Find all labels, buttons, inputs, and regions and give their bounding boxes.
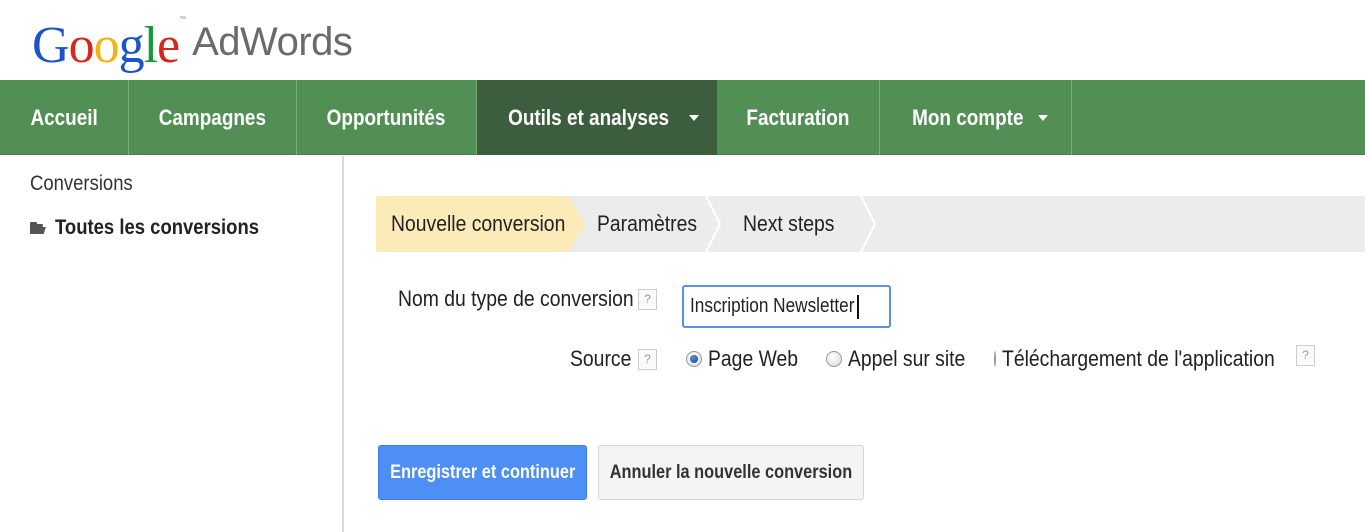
folder-icon	[30, 222, 46, 234]
nav-item-mon-compte[interactable]: Mon compte	[880, 80, 1072, 155]
sidebar-title: Conversions	[30, 172, 133, 195]
source-option-appel-sur-site[interactable]: Appel sur site	[826, 346, 994, 372]
cancel-new-conversion-button[interactable]: Annuler la nouvelle conversion	[598, 445, 864, 500]
nav-item-campagnes[interactable]: Campagnes	[129, 80, 297, 155]
source-option-telechargement-application[interactable]: Téléchargement de l'application	[994, 346, 1296, 372]
step-separator-icon	[704, 196, 724, 252]
nav-item-accueil[interactable]: Accueil	[0, 80, 129, 155]
google-wordmark: Google	[32, 17, 180, 74]
chevron-down-icon	[1038, 114, 1049, 121]
help-icon[interactable]: ?	[638, 348, 657, 370]
step-next-steps: Next steps	[714, 196, 877, 252]
sidebar: Conversions Toutes les conversions	[0, 156, 344, 532]
source-option-page-web[interactable]: Page Web	[686, 346, 826, 372]
radio-button-checked[interactable]	[686, 351, 702, 367]
conversion-name-label: Nom du type de conversion	[398, 286, 634, 311]
radio-button[interactable]	[994, 351, 996, 367]
step-nouvelle-conversion: Nouvelle conversion	[376, 196, 586, 252]
help-icon[interactable]: ?	[1296, 344, 1315, 366]
step-separator-icon	[859, 196, 879, 252]
trademark-mark: ™	[179, 16, 187, 23]
help-icon[interactable]: ?	[638, 288, 657, 310]
source-label: Source	[570, 346, 632, 371]
conversion-name-input[interactable]: Inscription Newsletter	[682, 285, 891, 328]
wizard-steps: Nouvelle conversion Paramètres Next step…	[376, 196, 1365, 252]
conversion-name-row: Nom du type de conversion ?	[398, 286, 657, 312]
nav-item-facturation[interactable]: Facturation	[717, 80, 880, 155]
chevron-down-icon	[688, 114, 699, 121]
step-parametres: Paramètres	[568, 196, 722, 252]
radio-button[interactable]	[826, 351, 842, 367]
text-cursor	[857, 294, 860, 319]
google-adwords-logo[interactable]: Google ™ AdWords	[32, 2, 353, 74]
adwords-wordmark: AdWords	[192, 20, 353, 64]
main-nav: Accueil Campagnes Opportunités Outils et…	[0, 80, 1365, 155]
nav-item-outils-et-analyses[interactable]: Outils et analyses	[477, 80, 717, 155]
sidebar-item-toutes-les-conversions[interactable]: Toutes les conversions	[30, 216, 287, 240]
source-row: Source ? Page Web Appel sur site Télécha…	[570, 344, 1315, 372]
nav-item-opportunites[interactable]: Opportunités	[297, 80, 477, 155]
save-and-continue-button[interactable]: Enregistrer et continuer	[378, 445, 587, 500]
